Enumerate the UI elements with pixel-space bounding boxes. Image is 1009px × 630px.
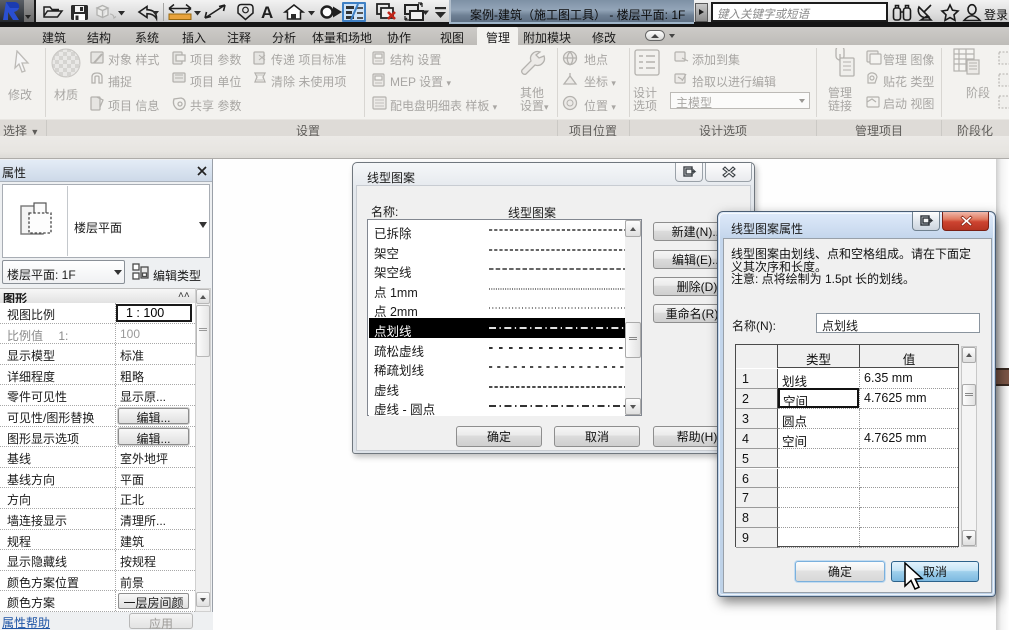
svg-text:A: A (261, 3, 273, 22)
